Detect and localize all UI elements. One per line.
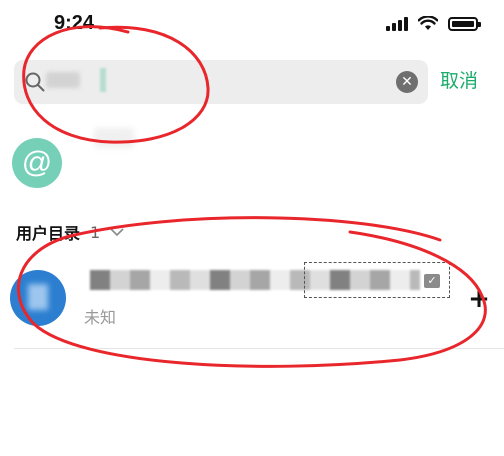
cellular-signal-icon [386, 16, 408, 31]
divider [14, 348, 504, 349]
add-user-button[interactable]: + [464, 284, 494, 314]
status-icons [386, 16, 481, 31]
user-status: 未知 [84, 308, 117, 327]
clear-icon[interactable]: ✕ [396, 71, 418, 93]
battery-icon [448, 16, 481, 31]
status-bar: 9:24 [0, 0, 504, 50]
section-title: 用户目录 [16, 224, 81, 243]
cancel-button[interactable]: 取消 [440, 66, 478, 93]
redacted-query [46, 72, 80, 88]
checkmark-icon: ✓ [424, 274, 440, 288]
search-icon [25, 72, 45, 92]
chevron-down-icon[interactable] [110, 227, 124, 237]
mention-avatar[interactable]: @ [12, 138, 62, 188]
user-list-item[interactable]: ✓ 未知 + [0, 262, 504, 342]
redacted-text [94, 128, 134, 148]
section-count: 1 [90, 222, 101, 242]
plus-icon: + [468, 284, 490, 314]
status-time: 9:24 [54, 12, 95, 34]
search-input[interactable] [54, 68, 354, 96]
text-cursor [100, 68, 106, 92]
user-directory-header[interactable]: 用户目录 1 [16, 220, 124, 244]
wifi-icon [418, 16, 438, 30]
user-avatar [10, 270, 66, 326]
